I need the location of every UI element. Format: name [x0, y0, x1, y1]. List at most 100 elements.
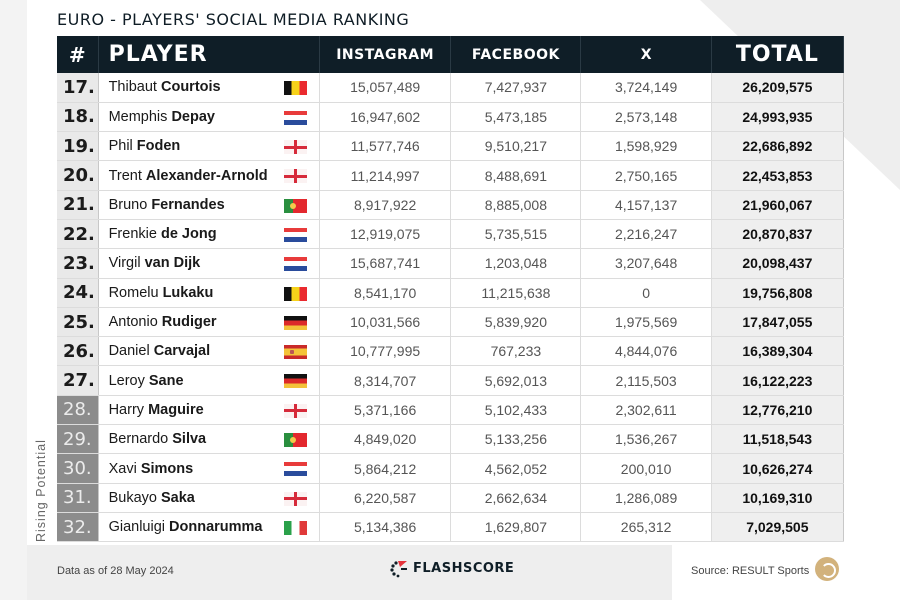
- player-last-name: Rudiger: [161, 314, 217, 331]
- result-sports-logo-icon: [815, 557, 839, 581]
- x-cell: 2,302,611: [580, 395, 712, 426]
- total-cell: 26,209,575: [710, 73, 845, 103]
- belgium-flag-icon: [284, 286, 307, 301]
- instagram-cell: 11,577,746: [319, 131, 452, 162]
- total-cell: 11,518,543: [710, 424, 845, 455]
- x-cell: 1,286,089: [580, 483, 712, 513]
- player-last-name: van Dijk: [144, 255, 201, 272]
- instagram-cell: 8,314,707: [319, 365, 452, 396]
- england-flag-icon: [284, 491, 307, 506]
- england-flag-icon: [284, 169, 307, 184]
- player-first-name: Leroy: [108, 372, 145, 389]
- rank-cell: 20.: [57, 160, 99, 191]
- source-note: Source: RESULT Sports: [691, 565, 810, 577]
- data-date-note: Data as of 28 May 2024: [57, 565, 174, 577]
- total-cell: 16,389,304: [710, 336, 845, 367]
- player-last-name: Maguire: [148, 401, 204, 418]
- table-row: 22. Frenkie de Jong 12,919,075 5,735,515 2,2…: [57, 219, 845, 250]
- total-cell: 16,122,223: [710, 365, 845, 396]
- italy-flag-icon: [284, 520, 307, 535]
- instagram-cell: 5,134,386: [319, 512, 452, 543]
- facebook-cell: 1,629,807: [450, 512, 582, 543]
- table-row: 29. Bernardo Silva 4,849,020 5,133,256 1,536…: [57, 424, 845, 455]
- total-cell: 24,993,935: [710, 102, 845, 133]
- x-cell: 2,750,165: [580, 160, 712, 191]
- facebook-cell: 5,735,515: [450, 219, 582, 250]
- facebook-cell: 5,473,185: [450, 102, 582, 133]
- player-last-name: Lukaku: [162, 284, 214, 301]
- player-cell: Virgil van Dijk: [98, 248, 321, 279]
- facebook-cell: 8,488,691: [450, 160, 582, 191]
- facebook-cell: 8,885,008: [450, 190, 582, 220]
- player-last-name: Simons: [140, 460, 194, 477]
- instagram-cell: 6,220,587: [319, 483, 452, 513]
- x-cell: 2,573,148: [580, 102, 712, 133]
- table-row: 21. Bruno Fernandes 8,917,922 8,885,008 4,15…: [57, 190, 845, 220]
- total-cell: 17,847,055: [710, 307, 845, 338]
- flashscore-logo: FLASHSCORE: [389, 558, 514, 578]
- total-cell: 10,626,274: [710, 453, 845, 484]
- table-row: 32. Gianluigi Donnarumma 5,134,386 1,629,80…: [57, 512, 845, 543]
- england-flag-icon: [284, 140, 307, 155]
- x-cell: 4,844,076: [580, 336, 712, 367]
- rank-cell: 30.: [57, 453, 99, 484]
- player-first-name: Virgil: [108, 255, 141, 272]
- england-flag-icon: [284, 403, 307, 418]
- table-row: 18. Memphis Depay 16,947,602 5,473,185 2,573…: [57, 102, 845, 133]
- x-cell: 265,312: [580, 512, 712, 543]
- netherlands-flag-icon: [284, 257, 307, 272]
- table-row: 28. Harry Maguire 5,371,166 5,102,433 2,302,…: [57, 395, 845, 426]
- facebook-cell: 7,427,937: [450, 73, 582, 103]
- netherlands-flag-icon: [284, 462, 307, 477]
- total-cell: 20,098,437: [710, 248, 845, 279]
- player-first-name: Gianluigi: [108, 519, 165, 536]
- player-first-name: Memphis: [108, 108, 168, 125]
- player-first-name: Bernardo: [108, 431, 169, 448]
- player-cell: Romelu Lukaku: [98, 278, 321, 308]
- netherlands-flag-icon: [284, 110, 307, 125]
- total-cell: 20,870,837: [710, 219, 845, 250]
- rank-cell: 26.: [57, 336, 99, 367]
- column-header-facebook: Facebook: [450, 36, 582, 73]
- player-cell: Bruno Fernandes: [98, 190, 321, 220]
- x-cell: 0: [580, 278, 712, 308]
- facebook-cell: 5,102,433: [450, 395, 582, 426]
- player-first-name: Bukayo: [108, 489, 157, 506]
- x-cell: 3,207,648: [580, 248, 712, 279]
- table-row: 20. Trent Alexander-Arnold 11,214,997 8,488…: [57, 160, 845, 191]
- facebook-cell: 5,692,013: [450, 365, 582, 396]
- portugal-flag-icon: [284, 433, 307, 448]
- rank-cell: 21.: [57, 190, 99, 220]
- player-last-name: de Jong: [160, 226, 217, 243]
- x-cell: 3,724,149: [580, 73, 712, 103]
- player-last-name: Carvajal: [153, 343, 211, 360]
- rank-cell: 24.: [57, 278, 99, 308]
- table-header-row: # Player Instagram Facebook X Total: [57, 36, 845, 73]
- player-last-name: Alexander-Arnold: [145, 167, 268, 184]
- rank-cell: 27.: [57, 365, 99, 396]
- total-cell: 22,453,853: [710, 160, 845, 191]
- rank-cell: 22.: [57, 219, 99, 250]
- player-first-name: Thibaut: [108, 79, 157, 96]
- instagram-cell: 15,057,489: [319, 73, 452, 103]
- instagram-cell: 12,919,075: [319, 219, 452, 250]
- table-row: 31. Bukayo Saka 6,220,587 2,662,634 1,286,08…: [57, 483, 845, 513]
- instagram-cell: 8,541,170: [319, 278, 452, 308]
- player-cell: Gianluigi Donnarumma: [98, 512, 321, 543]
- player-first-name: Bruno: [108, 196, 148, 213]
- player-first-name: Harry: [108, 401, 145, 418]
- player-cell: Leroy Sane: [98, 365, 321, 396]
- instagram-cell: 5,371,166: [319, 395, 452, 426]
- table-row: 23. Virgil van Dijk 15,687,741 1,203,048 3,2…: [57, 248, 845, 279]
- table-row: 30. Xavi Simons 5,864,212 4,562,052 200,010 1…: [57, 453, 845, 484]
- belgium-flag-icon: [284, 81, 307, 95]
- player-cell: Memphis Depay: [98, 102, 321, 133]
- instagram-cell: 11,214,997: [319, 160, 452, 191]
- flashscore-logo-icon: [390, 561, 407, 578]
- column-header-total: Total: [711, 36, 845, 73]
- player-last-name: Foden: [136, 138, 181, 155]
- player-last-name: Fernandes: [151, 196, 225, 213]
- x-cell: 4,157,137: [580, 190, 712, 220]
- rank-cell: 19.: [57, 131, 99, 162]
- facebook-cell: 11,215,638: [450, 278, 582, 308]
